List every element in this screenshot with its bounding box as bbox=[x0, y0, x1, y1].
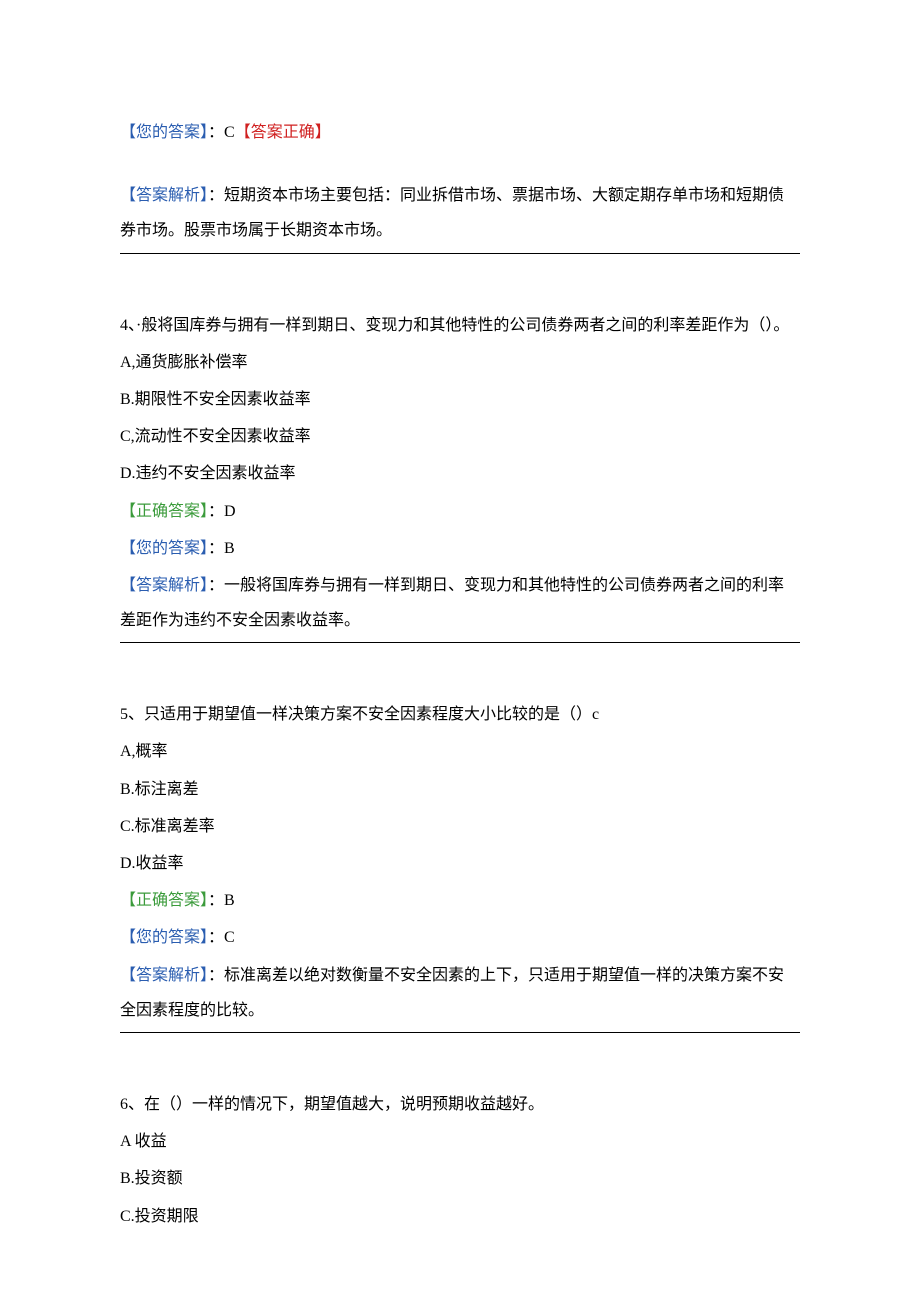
your-answer-label: 【您的答案】 bbox=[120, 540, 208, 557]
q6-option-c: C.投资期限 bbox=[120, 1199, 800, 1234]
analysis-text: ：短期资本市场主要包括：同业拆借市场、票据市场、大额定期存单市场和短期债券市场。… bbox=[120, 187, 784, 239]
q3-your-answer-line: 【您的答案】：C【答案正确】 bbox=[120, 115, 800, 150]
analysis-text: ：一般将国库券与拥有一样到期日、变现力和其他特性的公司债券两者之间的利率差距作为… bbox=[120, 577, 784, 629]
q4-option-d: D.违约不安全因素收益率 bbox=[120, 456, 800, 491]
q4-your-answer: 【您的答案】：B bbox=[120, 531, 800, 566]
q5-correct-answer: 【正确答案】：B bbox=[120, 883, 800, 918]
q5-option-c: C.标准离差率 bbox=[120, 809, 800, 844]
q4-analysis: 【答案解析】：一般将国库券与拥有一样到期日、变现力和其他特性的公司债券两者之间的… bbox=[120, 568, 800, 638]
spacer bbox=[120, 152, 800, 178]
document-page: 【您的答案】：C【答案正确】 【答案解析】：短期资本市场主要包括：同业拆借市场、… bbox=[0, 0, 920, 1301]
q5-your-answer: 【您的答案】：C bbox=[120, 920, 800, 955]
divider bbox=[120, 1032, 800, 1033]
your-answer-value: ：B bbox=[208, 540, 235, 557]
divider bbox=[120, 642, 800, 643]
q4-option-b: B.期限性不安全因素收益率 bbox=[120, 382, 800, 417]
your-answer-value: ：C bbox=[208, 124, 235, 141]
q5-option-b: B.标注离差 bbox=[120, 772, 800, 807]
answer-correct-flag: 【答案正确】 bbox=[235, 124, 331, 141]
q4-correct-answer: 【正确答案】：D bbox=[120, 494, 800, 529]
q6-stem: 6、在（）一样的情况下，期望值越大，说明预期收益越好。 bbox=[120, 1087, 800, 1122]
q5-option-d: D.收益率 bbox=[120, 846, 800, 881]
divider bbox=[120, 253, 800, 254]
your-answer-value: ：C bbox=[208, 929, 235, 946]
your-answer-label: 【您的答案】 bbox=[120, 124, 208, 141]
q4-option-a: A,通货膨胀补偿率 bbox=[120, 345, 800, 380]
q5-option-a: A,概率 bbox=[120, 734, 800, 769]
q4-stem: 4、·般将国库券与拥有一样到期日、变现力和其他特性的公司债券两者之间的利率差距作… bbox=[120, 308, 800, 343]
correct-answer-label: 【正确答案】 bbox=[120, 892, 208, 909]
correct-answer-value: ：B bbox=[208, 892, 235, 909]
q5-stem: 5、只适用于期望值一样决策方案不安全因素程度大小比较的是（）c bbox=[120, 697, 800, 732]
your-answer-label: 【您的答案】 bbox=[120, 929, 208, 946]
spacer bbox=[120, 282, 800, 308]
correct-answer-label: 【正确答案】 bbox=[120, 503, 208, 520]
analysis-label: 【答案解析】 bbox=[120, 577, 208, 594]
q5-analysis: 【答案解析】：标准离差以绝对数衡量不安全因素的上下，只适用于期望值一样的决策方案… bbox=[120, 958, 800, 1028]
q4-option-c: C,流动性不安全因素收益率 bbox=[120, 419, 800, 454]
q6-option-a: A 收益 bbox=[120, 1124, 800, 1159]
spacer bbox=[120, 1061, 800, 1087]
spacer bbox=[120, 671, 800, 697]
analysis-label: 【答案解析】 bbox=[120, 187, 208, 204]
q3-analysis: 【答案解析】：短期资本市场主要包括：同业拆借市场、票据市场、大额定期存单市场和短… bbox=[120, 178, 800, 248]
correct-answer-value: ：D bbox=[208, 503, 236, 520]
analysis-label: 【答案解析】 bbox=[120, 967, 208, 984]
analysis-text: ：标准离差以绝对数衡量不安全因素的上下，只适用于期望值一样的决策方案不安全因素程… bbox=[120, 967, 784, 1019]
q6-option-b: B.投资额 bbox=[120, 1161, 800, 1196]
